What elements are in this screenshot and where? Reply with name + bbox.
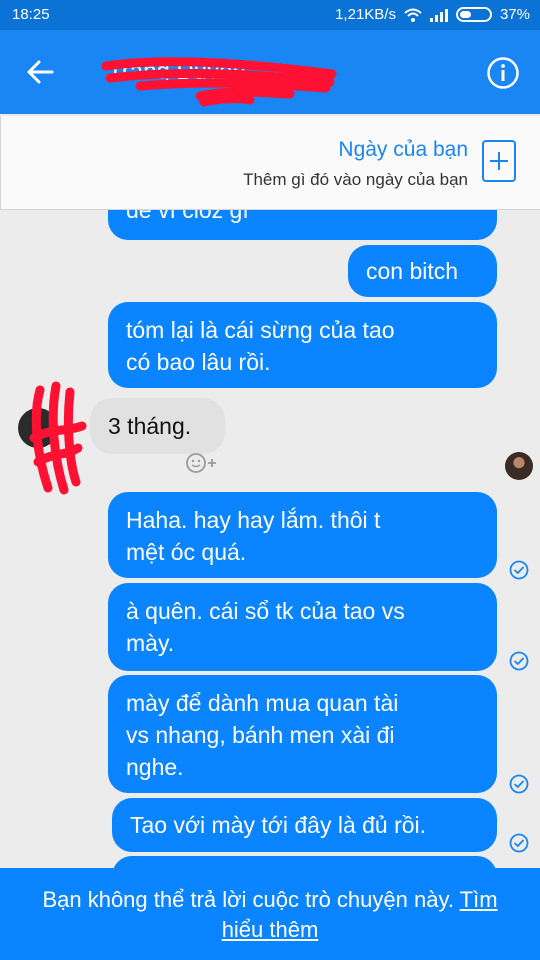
reaction-smiley-icon[interactable] [182,451,224,475]
avatar-redaction-scribble [29,381,87,495]
status-time: 18:25 [12,6,50,23]
conversation-header: Trang Duyên [0,30,540,114]
status-bar: 18:25 1,21KB/s 37% [0,0,540,30]
message-text-line: à quên. cái sổ tk của tao vs [126,598,405,624]
message-text-line: vs nhang, bánh men xài đi [126,722,395,748]
battery-icon [455,7,492,22]
message-out[interactable]: à quên. cái sổ tk của tao vs mày. [108,583,497,671]
message-text-line: Haha. hay hay lắm. thôi t [126,507,381,533]
signal-icon [429,8,448,22]
message-in[interactable]: 3 tháng. [90,398,225,454]
message-out[interactable]: tóm lại là cái sừng của tao có bao lâu r… [108,302,497,388]
message-text-line: mệt óc quá. [126,539,247,565]
message-text-line: mày để dành mua quan tài [126,690,399,716]
message-text-line: mày. [126,630,175,656]
plus-icon[interactable] [482,140,516,182]
seen-check-icon [509,651,529,671]
message-out[interactable]: con bitch [348,245,497,297]
battery-percent: 37% [499,6,530,23]
footer-text: Bạn không thể trả lời cuộc trò chuyện nà… [42,887,454,912]
message-out[interactable]: Haha. hay hay lắm. thôi t mệt óc quá. [108,492,497,578]
seen-check-icon [509,774,529,794]
info-icon[interactable] [486,56,520,90]
wifi-icon [404,8,422,22]
seen-check-icon [509,833,529,853]
message-out[interactable]: Tao với mày tới đây là đủ rồi. [112,798,497,852]
message-text-line: nghe. [126,754,184,780]
back-arrow-icon[interactable] [22,56,58,88]
network-speed: 1,21KB/s [335,6,396,23]
learn-more-link-part2[interactable]: hiểu thêm [222,917,319,942]
seen-check-icon [509,560,529,580]
your-day-title[interactable]: Ngày của bạn [338,138,468,162]
message-text-line: có bao lâu rồi. [126,349,271,375]
your-day-card[interactable]: Ngày của bạn Thêm gì đó vào ngày của bạn [0,116,540,210]
message-text: Tao với mày tới đây là đủ rồi. [130,812,427,838]
status-right-group: 1,21KB/s 37% [335,6,530,23]
cannot-reply-footer: Bạn không thể trả lời cuộc trò chuyện nà… [0,868,540,960]
redaction-scribble [101,57,337,107]
message-text: 3 tháng. [108,413,192,439]
learn-more-link-part1[interactable]: Tìm [460,887,498,912]
message-text: con bitch [366,258,459,284]
read-receipt-avatar [505,452,533,480]
message-out[interactable]: mày để dành mua quan tài vs nhang, bánh … [108,675,497,793]
message-text-line: tóm lại là cái sừng của tao [126,317,395,343]
your-day-subtitle: Thêm gì đó vào ngày của bạn [243,170,468,189]
